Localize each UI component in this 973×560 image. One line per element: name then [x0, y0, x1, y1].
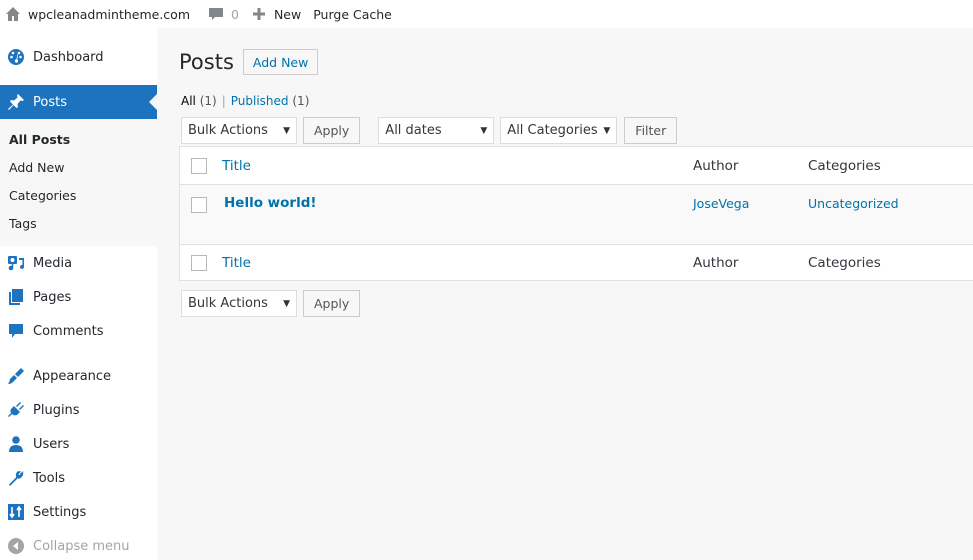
sidebar-item-posts[interactable]: Posts	[0, 85, 157, 119]
select-all-checkbox-footer[interactable]	[191, 254, 207, 271]
comments-icon	[6, 321, 26, 341]
submenu-tags[interactable]: Tags	[0, 210, 157, 238]
column-header-categories: Categories	[808, 157, 881, 174]
submenu-add-new[interactable]: Add New	[0, 154, 157, 182]
site-name-link[interactable]: wpcleanadmintheme.com	[0, 0, 196, 28]
row-checkbox[interactable]	[191, 197, 207, 213]
dropdown-arrow-icon: ▼	[480, 126, 488, 136]
submenu-categories[interactable]: Categories	[0, 182, 157, 210]
media-icon	[6, 253, 26, 273]
brush-icon	[6, 366, 26, 386]
sidebar-item-label: Dashboard	[33, 49, 104, 65]
post-author-link[interactable]: JoseVega	[693, 195, 808, 211]
dropdown-arrow-icon: ▼	[603, 126, 611, 136]
comments-count: 0	[231, 6, 239, 22]
date-filter-select[interactable]: All dates ▼	[378, 117, 495, 144]
date-filter-value: All dates	[385, 123, 442, 138]
bulk-actions-select-bottom[interactable]: Bulk Actions ▼	[181, 290, 297, 317]
column-header-author: Author	[693, 157, 739, 174]
user-icon	[6, 434, 26, 454]
add-new-button[interactable]: Add New	[242, 49, 319, 75]
sidebar-item-dashboard[interactable]: Dashboard	[0, 40, 157, 74]
sidebar-item-label: Comments	[33, 323, 104, 339]
bulk-actions-value: Bulk Actions	[188, 123, 268, 138]
posts-table: Title Author Categories Hello world! Jos…	[179, 146, 973, 281]
filter-all-link[interactable]: All (1)	[181, 94, 217, 108]
sidebar-item-label: Pages	[33, 289, 72, 305]
sidebar-item-label: Plugins	[33, 402, 80, 418]
submenu-all-posts[interactable]: All Posts	[0, 126, 157, 154]
sidebar-item-label: Settings	[33, 504, 87, 520]
comment-bubble-icon	[208, 6, 224, 22]
bulk-actions-select-top[interactable]: Bulk Actions ▼	[181, 117, 297, 144]
purge-cache-link[interactable]: Purge Cache	[307, 0, 398, 28]
sidebar-item-comments[interactable]: Comments	[0, 314, 157, 348]
post-title-link[interactable]: Hello world!	[207, 195, 693, 211]
dropdown-arrow-icon: ▼	[283, 126, 290, 136]
sidebar-item-label: Appearance	[33, 368, 112, 384]
filter-all-count: (1)	[199, 94, 217, 108]
page-title: Posts	[179, 50, 234, 74]
sidebar-item-appearance[interactable]: Appearance	[0, 359, 157, 393]
dropdown-arrow-icon: ▼	[283, 299, 290, 309]
table-header-row: Title Author Categories	[180, 147, 973, 185]
category-filter-value: All Categories	[507, 123, 598, 138]
purge-cache-label: Purge Cache	[313, 6, 392, 22]
wrench-icon	[6, 468, 26, 488]
filter-all-label: All	[181, 94, 196, 108]
post-status-filters: All (1) | Published (1)	[181, 94, 309, 108]
select-all-checkbox[interactable]	[191, 157, 207, 174]
apply-button-top[interactable]: Apply	[303, 117, 361, 144]
table-row: Hello world! JoseVega Uncategorized	[180, 185, 973, 245]
post-category-link[interactable]: Uncategorized	[808, 195, 973, 211]
filter-published-count: (1)	[292, 94, 310, 108]
sidebar-item-settings[interactable]: Settings	[0, 495, 157, 529]
table-footer-row: Title Author Categories	[180, 245, 973, 280]
sidebar-item-users[interactable]: Users	[0, 427, 157, 461]
pages-icon	[6, 287, 26, 307]
posts-submenu: All Posts Add New Categories Tags	[0, 119, 157, 246]
apply-button-bottom[interactable]: Apply	[303, 290, 361, 317]
sidebar-item-pages[interactable]: Pages	[0, 280, 157, 314]
collapse-arrow-icon	[6, 536, 26, 556]
filter-separator: |	[221, 94, 226, 108]
filter-published-link[interactable]: Published (1)	[231, 94, 310, 108]
page-header: Posts Add New	[179, 49, 319, 75]
tablenav-bottom: Bulk Actions ▼ Apply	[181, 290, 361, 317]
column-footer-title[interactable]: Title	[207, 255, 693, 271]
column-footer-categories: Categories	[808, 254, 881, 271]
dashboard-icon	[6, 47, 26, 67]
main-content: Posts Add New All (1) | Published (1) Bulk…	[157, 28, 973, 560]
home-icon	[5, 6, 21, 22]
category-filter-select[interactable]: All Categories ▼	[500, 117, 618, 144]
admin-sidebar: Dashboard Posts All Posts Add New Catego…	[0, 28, 157, 560]
admin-bar: wpcleanadmintheme.com 0 New Purge Cache	[0, 0, 973, 28]
filter-published-label: Published	[230, 94, 289, 108]
bulk-actions-value: Bulk Actions	[188, 296, 268, 311]
column-footer-author: Author	[693, 254, 739, 271]
column-header-title[interactable]: Title	[207, 158, 693, 174]
site-name: wpcleanadmintheme.com	[28, 6, 190, 22]
sidebar-item-label: Users	[33, 436, 70, 452]
sidebar-item-label: Tools	[33, 470, 66, 486]
sidebar-item-plugins[interactable]: Plugins	[0, 393, 157, 427]
settings-sliders-icon	[6, 502, 26, 522]
sidebar-item-label: Media	[33, 255, 73, 271]
plus-icon	[251, 6, 267, 22]
collapse-menu-label: Collapse menu	[33, 538, 130, 554]
new-content-link[interactable]: New	[245, 0, 307, 28]
tablenav-top: Bulk Actions ▼ Apply All dates ▼ All Cat…	[181, 117, 678, 144]
sidebar-item-label: Posts	[33, 94, 67, 110]
filter-button[interactable]: Filter	[624, 117, 678, 144]
sidebar-item-media[interactable]: Media	[0, 246, 157, 280]
collapse-menu-button[interactable]: Collapse menu	[0, 529, 157, 560]
new-label: New	[273, 6, 302, 22]
sidebar-item-tools[interactable]: Tools	[0, 461, 157, 495]
plug-icon	[6, 400, 26, 420]
comments-link[interactable]: 0	[202, 0, 245, 28]
pin-icon	[6, 92, 26, 112]
